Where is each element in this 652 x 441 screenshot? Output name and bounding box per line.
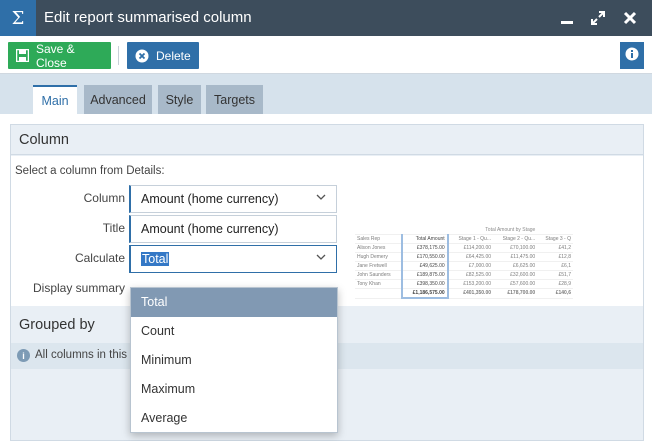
preview-cell: £64,425.00 (447, 252, 494, 262)
preview-cell: £6,625.00 (493, 261, 538, 271)
preview-cell: Alison Jones (355, 243, 402, 253)
preview-row: John Saunders £189,875.00 £82,525.00 £32… (355, 270, 573, 280)
tab-main[interactable]: Main (33, 85, 77, 114)
tab-targets[interactable]: Targets (206, 85, 263, 114)
title-input-value: Amount (home currency) (141, 222, 279, 236)
preview-cell: £189,875.00 (400, 270, 449, 280)
preview-row: Alison Jones £378,175.00 £114,200.00 £70… (355, 243, 573, 253)
preview-header: Stage 1 - Qu... (447, 234, 494, 244)
preview-row: Hugh Demery £170,550.00 £64,425.00 £11,4… (355, 252, 573, 262)
preview-header: Stage 2 - Qu... (493, 234, 538, 244)
delete-button[interactable]: Delete (127, 42, 199, 69)
preview-header: Stage 3 - Q (537, 234, 573, 244)
preview-cell: £28,9 (537, 279, 573, 289)
save-close-label: Save & Close (36, 41, 75, 70)
column-section-heading: Column (11, 125, 643, 155)
column-select-value: Amount (home currency) (141, 192, 279, 206)
preview-cell: £57,600.00 (493, 279, 538, 289)
calculate-dropdown-menu: Total Count Minimum Maximum Average (130, 287, 338, 433)
info-icon: i (17, 349, 30, 362)
preview-cell: £11,475.00 (493, 252, 538, 262)
chevron-down-icon (316, 252, 326, 265)
title-bar: Σ Edit report summarised column (0, 0, 652, 36)
sigma-icon: Σ (0, 0, 36, 36)
preview-row: Tony Khan £398,350.00 £153,200.00 £57,60… (355, 279, 573, 289)
preview-header: Sales Rep (355, 234, 402, 244)
info-button[interactable] (620, 42, 644, 69)
calculate-label: Calculate (74, 251, 125, 265)
title-input[interactable]: Amount (home currency) (129, 215, 337, 243)
preview-cell: John Saunders (355, 270, 402, 280)
preview-cell: £70,100.00 (493, 243, 538, 253)
preview-cell: £82,525.00 (447, 270, 494, 280)
preview-cell: £378,175.00 (400, 243, 449, 253)
close-icon[interactable] (620, 8, 640, 28)
delete-label: Delete (156, 48, 191, 63)
preview-cell: £398,350.00 (400, 279, 449, 289)
save-close-button[interactable]: Save & Close (8, 41, 111, 70)
preview-cell: £51,7 (537, 270, 573, 280)
calculate-option-total[interactable]: Total (131, 288, 337, 317)
preview-cell: £7,000.00 (447, 261, 494, 271)
preview-cell: £140,6 (537, 288, 573, 299)
column-hint: Select a column from Details: (15, 165, 165, 177)
calculate-select[interactable]: Total (129, 245, 337, 273)
preview-cell: Jane Fretwell (355, 261, 402, 271)
display-summary-label: Display summary (32, 281, 125, 295)
calculate-option-minimum[interactable]: Minimum (131, 346, 337, 375)
minimize-icon[interactable] (557, 8, 577, 28)
preview-row: Jane Fretwell £49,625.00 £7,000.00 £6,62… (355, 261, 573, 271)
tab-style[interactable]: Style (158, 85, 201, 114)
toolbar: Save & Close Delete (0, 36, 652, 74)
preview-cell (355, 288, 402, 299)
calculate-option-average[interactable]: Average (131, 404, 337, 433)
tab-advanced[interactable]: Advanced (84, 85, 152, 114)
title-label: Title (102, 221, 125, 235)
preview-cell: £32,600.00 (493, 270, 538, 280)
preview-cell: £401,350.00 (447, 288, 494, 299)
tab-bar: Main Advanced Style Targets (0, 74, 652, 114)
column-label: Column (83, 191, 125, 205)
column-select[interactable]: Amount (home currency) (129, 185, 337, 213)
preview-cell: £178,700.00 (493, 288, 538, 299)
preview-header: Total Amount (400, 234, 449, 244)
calculate-option-maximum[interactable]: Maximum (131, 375, 337, 404)
preview-cell: £6,1 (537, 261, 573, 271)
preview-cell: £114,200.00 (447, 243, 494, 253)
preview-cell: Hugh Demery (355, 252, 402, 262)
grouped-by-info-text: All columns in this (35, 349, 128, 361)
column-section-body: Select a column from Details: Column Amo… (11, 156, 643, 306)
info-icon (625, 47, 639, 64)
preview-cell: £49,625.00 (400, 261, 449, 271)
window-title: Edit report summarised column (44, 9, 252, 26)
save-icon (16, 49, 29, 62)
preview-cell: £12,8 (537, 252, 573, 262)
calculate-option-count[interactable]: Count (131, 317, 337, 346)
report-preview-thumbnail: Total Amount by Stage Sales Rep Total Am… (355, 226, 573, 312)
preview-cell: £1,186,575.00 (400, 288, 449, 299)
preview-total-row: £1,186,575.00 £401,350.00 £178,700.00 £1… (355, 288, 573, 299)
preview-cell: £41,2 (537, 243, 573, 253)
calculate-select-value: Total (141, 252, 170, 266)
preview-cell: £170,550.00 (400, 252, 449, 262)
preview-cell: £153,200.00 (447, 279, 494, 289)
preview-cell: Tony Khan (355, 279, 402, 289)
delete-circle-icon (135, 49, 149, 63)
preview-group-header: Total Amount by Stage (447, 226, 573, 235)
toolbar-divider (118, 46, 119, 65)
maximize-icon[interactable] (588, 8, 608, 28)
chevron-down-icon (316, 192, 326, 205)
